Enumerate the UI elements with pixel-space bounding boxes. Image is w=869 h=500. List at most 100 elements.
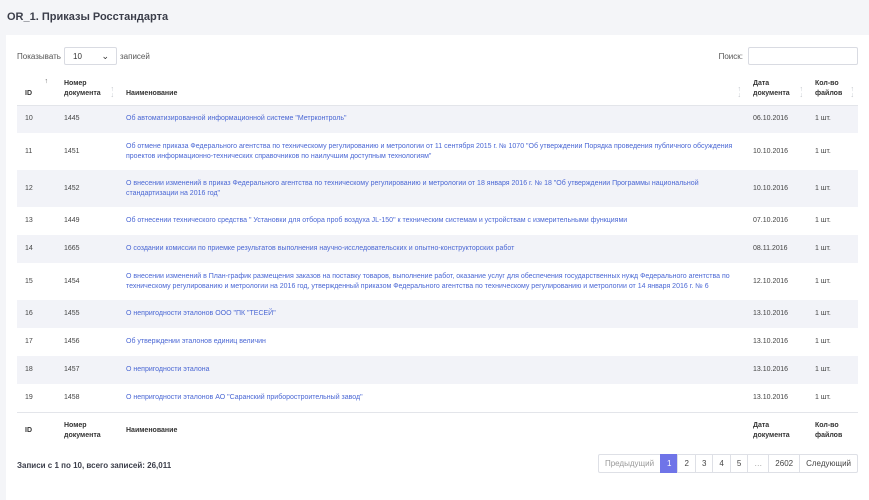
- table-row: 13 1449 Об отнесении технического средст…: [17, 207, 858, 235]
- chevron-down-icon: ⌄: [101, 51, 109, 61]
- cell-date: 13.10.2016: [753, 366, 789, 373]
- documents-table: ID ↑ Номер документа ↑ ↓ Наименование ↑ ↓ Дат…: [17, 71, 858, 449]
- cell-id: 13: [25, 217, 33, 224]
- cell-date: 12.10.2016: [753, 277, 789, 285]
- cell-id: 16: [25, 310, 33, 317]
- search-label: Поиск:: [718, 52, 743, 61]
- cell-date: 13.10.2016: [753, 310, 789, 317]
- cell-number: 1457: [64, 366, 80, 373]
- cell-files: 1 шт.: [815, 184, 831, 192]
- cell-name-link[interactable]: О внесении изменений в План-график разме…: [118, 263, 745, 300]
- sort-icon: ↑ ↓: [110, 85, 115, 99]
- table-row: 11 1451 Об отмене приказа Федерального а…: [17, 133, 858, 170]
- cell-name-link[interactable]: Об отнесении технического средства " Уст…: [118, 207, 745, 235]
- cell-files: 1 шт.: [815, 393, 831, 401]
- pagination-page-button[interactable]: 4: [712, 454, 731, 473]
- cell-date: 13.10.2016: [753, 338, 789, 345]
- cell-files: 1 шт.: [815, 115, 831, 123]
- cell-id: 12: [25, 184, 33, 192]
- column-header-id[interactable]: ID ↑: [17, 71, 56, 106]
- cell-id: 11: [25, 147, 33, 155]
- cell-name-link[interactable]: Об отмене приказа Федерального агентства…: [118, 133, 745, 170]
- cell-date: 10.10.2016: [753, 184, 789, 192]
- cell-name-link[interactable]: Об автоматизированной информационной сис…: [118, 105, 745, 133]
- cell-number: 1456: [64, 338, 80, 345]
- table-row: 19 1458 О непригодности эталонов АО "Сар…: [17, 384, 858, 412]
- pagination-page-button[interactable]: 5: [729, 454, 749, 473]
- column-header-date[interactable]: Дата документа ↑ ↓: [745, 71, 807, 106]
- cell-files: 1 шт.: [815, 310, 831, 317]
- cell-files: 1 шт.: [815, 217, 831, 224]
- table-row: 18 1457 О непригодности эталона 13.10.20…: [17, 356, 858, 384]
- cell-files: 1 шт.: [815, 338, 831, 345]
- cell-files: 1 шт.: [815, 366, 831, 373]
- cell-id: 18: [25, 366, 33, 373]
- cell-number: 1449: [64, 217, 80, 224]
- table-row: 15 1454 О внесении изменений в План-граф…: [17, 263, 858, 300]
- length-label: Показывать: [17, 52, 61, 61]
- footer-header-files: Кол-во файлов: [807, 411, 858, 449]
- pagination-next-button[interactable]: Следующий: [799, 454, 858, 473]
- cell-id: 14: [25, 245, 33, 252]
- column-header-number[interactable]: Номер документа ↑ ↓: [56, 71, 118, 106]
- table-card: Показывать 10 ⌄ записей Поиск: ID ↑ Номер…: [6, 35, 869, 500]
- cell-id: 19: [25, 393, 33, 401]
- column-header-files[interactable]: Кол-во файлов ↑ ↓: [807, 71, 858, 106]
- column-header-label: Кол-во файлов: [815, 79, 843, 97]
- column-header-label: Наименование: [126, 89, 178, 97]
- cell-id: 17: [25, 338, 33, 345]
- pagination-page-button[interactable]: 1: [660, 454, 679, 473]
- cell-date: 07.10.2016: [753, 217, 789, 224]
- pagination-page-button[interactable]: 3: [694, 454, 714, 473]
- footer-header-date: Дата документа: [745, 411, 807, 449]
- cell-number: 1454: [64, 277, 80, 285]
- table-row: 10 1445 Об автоматизированной информацио…: [17, 105, 858, 133]
- cell-date: 10.10.2016: [753, 147, 789, 155]
- pagination-page-button[interactable]: 2602: [768, 454, 801, 473]
- footer-header-name: Наименование: [118, 411, 745, 449]
- cell-number: 1445: [64, 115, 80, 123]
- search-input[interactable]: [748, 47, 858, 65]
- cell-date: 06.10.2016: [753, 115, 789, 123]
- pagination-ellipsis: …: [747, 454, 770, 473]
- sort-icon: ↑ ↓: [799, 85, 804, 99]
- cell-number: 1455: [64, 310, 80, 317]
- length-suffix: записей: [120, 52, 150, 61]
- cell-name-link[interactable]: О непригодности эталонов АО "Саранский п…: [118, 384, 745, 412]
- pagination-page-button[interactable]: 2: [677, 454, 696, 473]
- footer-header-number: Номер документа: [56, 411, 118, 449]
- table-controls: Показывать 10 ⌄ записей Поиск:: [17, 47, 858, 65]
- cell-name-link[interactable]: О создании комиссии по приемке результат…: [118, 235, 745, 263]
- table-row: 17 1456 Об утверждении эталонов единиц в…: [17, 328, 858, 356]
- column-header-label: Номер документа: [64, 79, 101, 97]
- cell-date: 13.10.2016: [753, 393, 789, 401]
- cell-id: 15: [25, 277, 33, 285]
- pagination-previous-button[interactable]: Предыдущий: [597, 454, 662, 473]
- cell-name-link[interactable]: О непригодности эталона: [118, 356, 745, 384]
- column-header-label: ID: [25, 89, 32, 97]
- cell-name-link[interactable]: Об утверждении эталонов единиц величин: [118, 328, 745, 356]
- column-header-label: Дата документа: [753, 79, 790, 97]
- cell-date: 08.11.2016: [753, 245, 788, 252]
- table-row: 16 1455 О непригодности эталонов ООО "ПК…: [17, 300, 858, 328]
- cell-files: 1 шт.: [815, 147, 831, 155]
- table-row: 14 1665 О создании комиссии по приемке р…: [17, 235, 858, 263]
- cell-number: 1451: [64, 147, 80, 155]
- cell-number: 1458: [64, 393, 80, 401]
- pagination: Предыдущий 1 2 3 4 5 … 2602 Следующий: [597, 454, 858, 473]
- cell-files: 1 шт.: [815, 277, 831, 285]
- sort-icon: ↑: [44, 78, 49, 85]
- table-row: 12 1452 О внесении изменений в приказ Фе…: [17, 170, 858, 207]
- footer-header-id: ID: [17, 411, 56, 449]
- cell-id: 10: [25, 115, 33, 123]
- table-info: Записи с 1 по 10, всего записей: 26,011: [17, 461, 172, 470]
- cell-name-link[interactable]: О непригодности эталонов ООО "ПК "ТЕСЕЙ": [118, 300, 745, 328]
- sort-icon: ↑ ↓: [850, 85, 855, 99]
- column-header-name[interactable]: Наименование ↑ ↓: [118, 71, 745, 106]
- cell-name-link[interactable]: О внесении изменений в приказ Федерально…: [118, 170, 745, 207]
- cell-number: 1452: [64, 184, 80, 192]
- page-length-value: 10: [73, 52, 82, 61]
- cell-number: 1665: [64, 245, 80, 252]
- sort-icon: ↑ ↓: [737, 85, 742, 99]
- page-length-select[interactable]: 10 ⌄: [64, 47, 117, 65]
